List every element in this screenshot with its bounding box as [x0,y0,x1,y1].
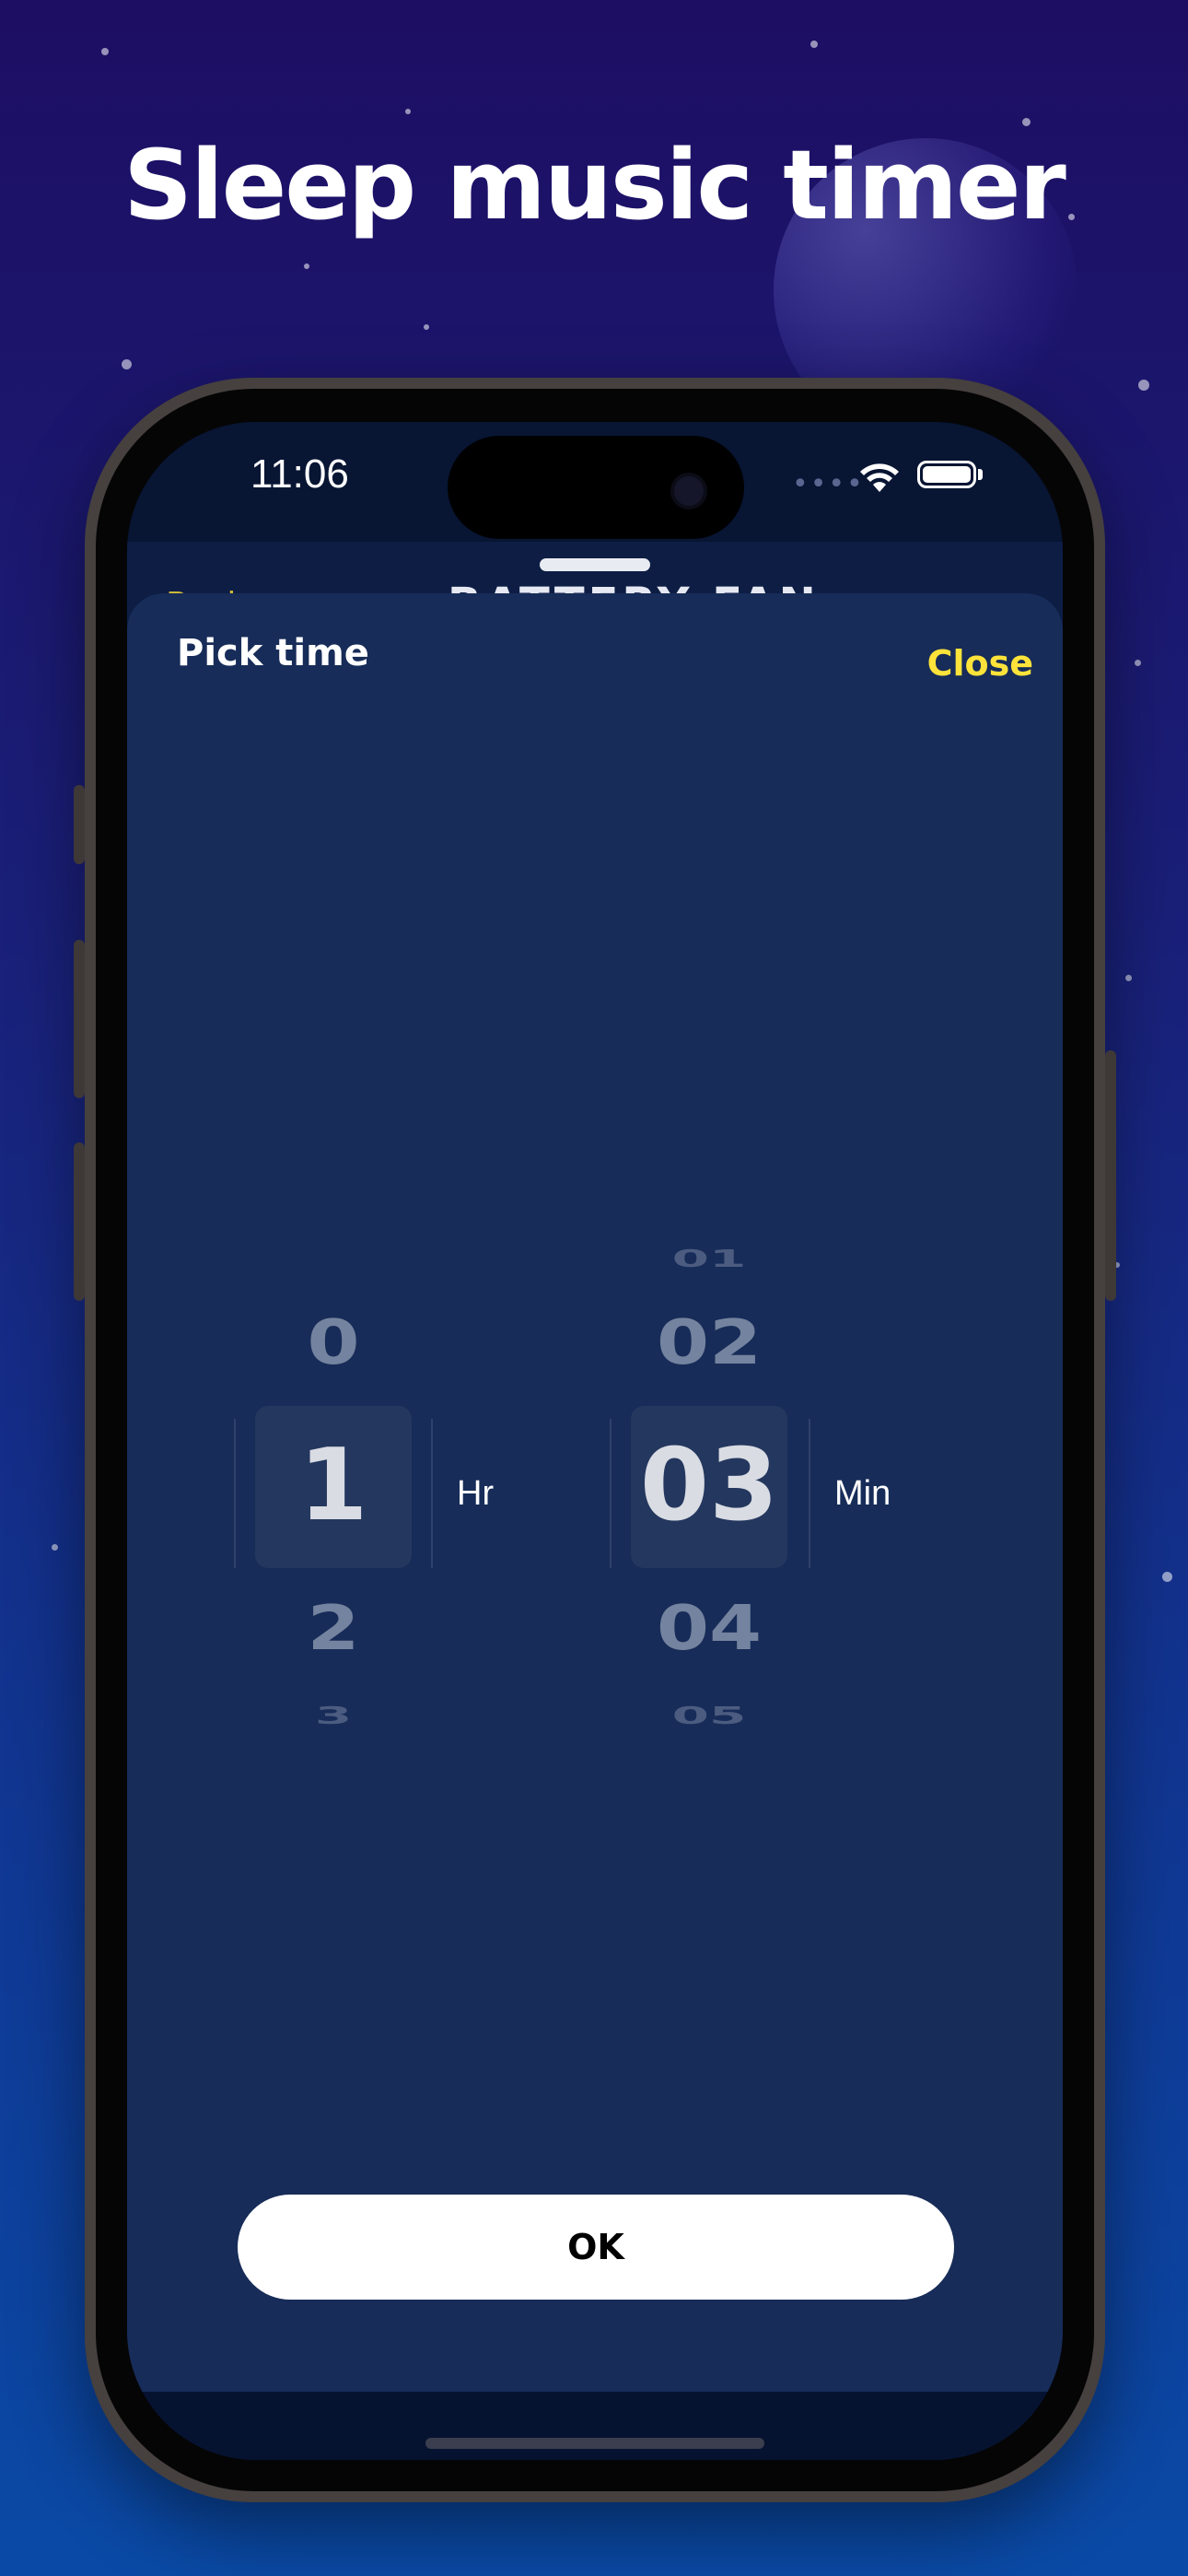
minutes-item[interactable]: 04 [631,1593,787,1665]
status-time: 11:06 [250,451,349,497]
power-button [1105,1050,1116,1301]
picker-separator [809,1419,810,1568]
picker-separator [610,1419,611,1568]
star [122,359,132,369]
minutes-item[interactable]: 01 [631,1245,787,1273]
status-bar: 11:06 •••• [127,422,1063,542]
star [424,324,429,330]
page-headline: Sleep music timer [123,129,1066,241]
battery-icon [917,461,976,488]
close-button[interactable]: Close [927,643,1033,684]
sheet-grabber[interactable] [540,558,650,571]
minutes-item[interactable]: 05 [631,1702,787,1730]
ok-button[interactable]: OK [238,2195,954,2300]
hours-item[interactable]: 2 [255,1593,412,1665]
star [810,41,818,48]
bottom-strip [127,2392,1063,2460]
hours-item[interactable]: 3 [255,1702,412,1730]
star [101,48,109,55]
star [304,263,309,269]
action-button [74,785,85,864]
signal-dots-icon: •••• [792,468,865,500]
minutes-item-selected[interactable]: 03 [622,1428,797,1543]
star [1022,118,1031,126]
picker-separator [431,1419,433,1568]
hours-item-selected[interactable]: 1 [255,1428,412,1543]
star [1125,975,1132,981]
hours-item[interactable]: 0 [255,1307,412,1379]
camera-icon [670,473,707,509]
wifi-icon [860,463,899,492]
battery-tip [978,469,983,480]
home-indicator[interactable] [425,2438,764,2449]
dynamic-island [448,436,744,539]
star [1138,380,1149,391]
sheet-title: Pick time [177,632,369,674]
picker-separator [234,1419,236,1568]
minutes-unit-label: Min [834,1474,891,1513]
star [1135,660,1141,666]
star [405,109,411,114]
volume-up-button [74,940,85,1098]
star [1162,1572,1172,1582]
hours-unit-label: Hr [457,1474,495,1513]
minutes-item[interactable]: 02 [631,1307,787,1379]
time-picker-sheet: Pick time Close 0 1 2 3 Hr 01 02 03 04 0… [127,558,1063,2392]
phone-screen: Back BATTERY FAN 11:06 •••• Pick time Cl… [127,422,1063,2460]
star [52,1544,58,1551]
volume-down-button [74,1142,85,1301]
